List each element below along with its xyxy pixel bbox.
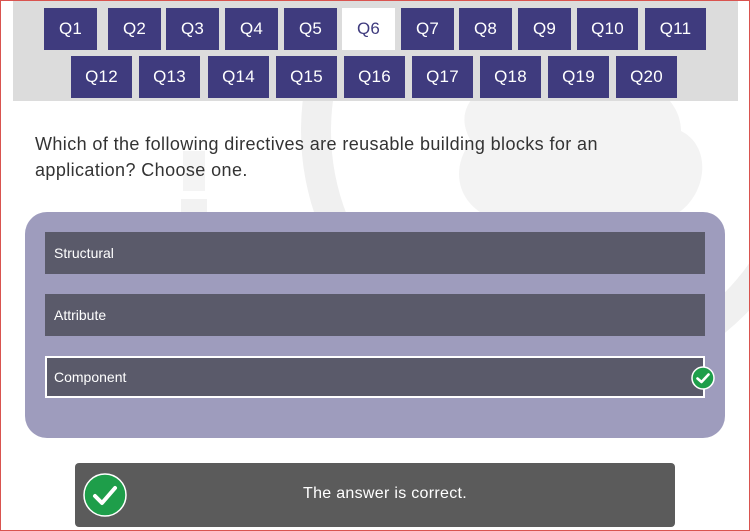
question-button-q17[interactable]: Q17 (412, 56, 473, 98)
question-button-q1[interactable]: Q1 (44, 8, 97, 50)
question-button-q13[interactable]: Q13 (139, 56, 200, 98)
option-label: Component (54, 369, 127, 385)
feedback-banner: The answer is correct. (75, 463, 675, 527)
question-button-q12[interactable]: Q12 (71, 56, 132, 98)
question-button-q9[interactable]: Q9 (518, 8, 571, 50)
quiz-frame: Q1 Q2 Q3 Q4 Q5 Q6 Q7 Q8 Q9 Q10 Q11 Q12 Q… (0, 0, 750, 531)
option-label: Structural (54, 245, 114, 261)
question-button-q15[interactable]: Q15 (276, 56, 337, 98)
question-button-q18[interactable]: Q18 (480, 56, 541, 98)
check-circle-icon (691, 366, 715, 390)
question-button-q19[interactable]: Q19 (548, 56, 609, 98)
question-button-q3[interactable]: Q3 (166, 8, 219, 50)
question-button-q16[interactable]: Q16 (344, 56, 405, 98)
option-component[interactable]: Component (45, 356, 715, 398)
options-panel: Structural Attribute Component (25, 212, 725, 438)
question-button-q7[interactable]: Q7 (401, 8, 454, 50)
question-button-q14[interactable]: Q14 (208, 56, 269, 98)
question-button-q20[interactable]: Q20 (616, 56, 677, 98)
question-text: Which of the following directives are re… (35, 134, 598, 180)
question-button-q11[interactable]: Q11 (645, 8, 706, 50)
question-button-q4[interactable]: Q4 (225, 8, 278, 50)
question-button-q6[interactable]: Q6 (342, 8, 395, 50)
question-button-q10[interactable]: Q10 (577, 8, 638, 50)
question-button-q8[interactable]: Q8 (459, 8, 512, 50)
feedback-message: The answer is correct. (303, 485, 467, 502)
option-attribute[interactable]: Attribute (45, 294, 705, 336)
option-structural[interactable]: Structural (45, 232, 705, 274)
question-button-q2[interactable]: Q2 (108, 8, 161, 50)
question-navigation: Q1 Q2 Q3 Q4 Q5 Q6 Q7 Q8 Q9 Q10 Q11 Q12 Q… (13, 1, 738, 101)
question-button-q5[interactable]: Q5 (284, 8, 337, 50)
option-label: Attribute (54, 307, 107, 323)
